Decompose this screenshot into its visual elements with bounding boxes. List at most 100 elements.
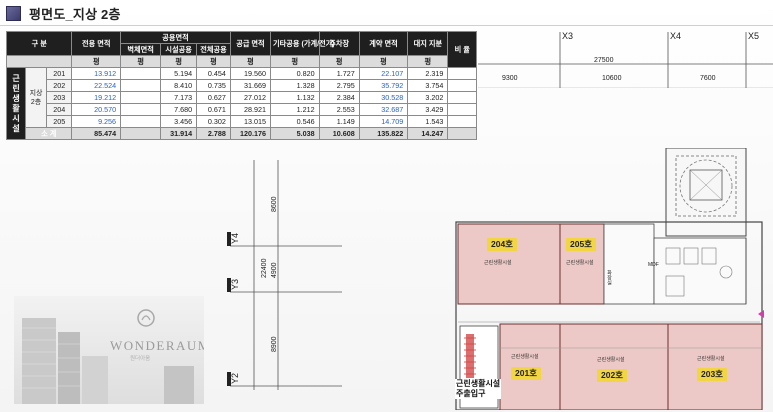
table-row: 205 9.256 3.456 0.302 13.015 0.546 1.149… [7, 115, 477, 128]
unit-number: 202 [46, 79, 73, 92]
span-label: 10600 [602, 75, 622, 82]
col-header-supply: 공급 면적 [229, 31, 272, 56]
supply-cell: 27.012 [229, 91, 272, 104]
table-row: 204 20.570 7.680 0.671 28.921 1.212 2.55… [7, 103, 477, 116]
grid-label-y3: Y3 [230, 279, 240, 290]
supply-cell: 19.560 [229, 67, 272, 80]
unit-symbol-cell: 평 [270, 55, 320, 68]
total-contract: 135.822 [358, 127, 409, 140]
total-shared: 2.788 [196, 127, 231, 140]
etc-cell: 0.820 [270, 67, 320, 80]
supply-cell: 13.015 [229, 115, 272, 128]
grid-label-y4: Y4 [230, 233, 240, 244]
total-width-label: 27500 [594, 57, 614, 64]
restroom-label: 화장실 [606, 270, 612, 285]
parking-cell: 2.384 [318, 91, 360, 104]
v-span-label: 8900 [271, 336, 278, 352]
unit-symbol-cell: 평 [120, 55, 162, 68]
brand-name: WONDERAUM [110, 338, 204, 353]
header-divider [0, 25, 773, 26]
total-exclusive: 85.474 [71, 127, 122, 140]
unit-use-label: 근린생활시설 [697, 356, 725, 362]
etc-cell: 1.212 [270, 103, 320, 116]
exclusive-cell: 20.570 [71, 103, 122, 116]
total-etc: 5.038 [270, 127, 320, 140]
span-label: 7600 [700, 75, 716, 82]
unit-symbol-cell: 평 [407, 55, 449, 68]
unit-use-label: 근린생활시설 [484, 260, 512, 266]
building-brand-image: WONDERAUM 원더아움 [14, 296, 204, 404]
v-span-label: 4900 [271, 262, 278, 278]
exclusive-cell: 22.524 [71, 79, 122, 92]
floor-label: 지상2층 [24, 67, 48, 128]
land-cell: 3.754 [407, 79, 449, 92]
shared-total-cell: 0.671 [196, 103, 231, 116]
land-cell: 1.543 [407, 115, 449, 128]
grid-label-x4: X4 [670, 31, 681, 41]
unit-symbol-cell: 평 [71, 55, 122, 68]
table-row: 203 19.212 7.173 0.627 27.012 1.132 2.38… [7, 91, 477, 104]
mdf-label: MDF [648, 262, 659, 268]
col-header-land: 대지 지분 [407, 31, 449, 56]
ratio-cell [447, 79, 477, 92]
parking-cell: 1.727 [318, 67, 360, 80]
total-facility: 31.914 [160, 127, 198, 140]
etc-cell: 1.328 [270, 79, 320, 92]
etc-cell: 0.546 [270, 115, 320, 128]
facility-cell: 7.680 [160, 103, 198, 116]
unit-number: 203 [46, 91, 73, 104]
etc-cell: 1.132 [270, 91, 320, 104]
supply-cell: 31.669 [229, 79, 272, 92]
page-title: 평면도_지상 2층 [29, 6, 121, 22]
supply-cell: 28.921 [229, 103, 272, 116]
facility-cell: 5.194 [160, 67, 198, 80]
unit-badge-205: 205호 [566, 238, 597, 251]
contract-cell: 14.709 [358, 115, 409, 128]
table-row: 근린생활시설 지상2층 201 13.912 5.194 0.454 19.56… [6, 67, 477, 140]
unit-symbol-cell: 평 [318, 55, 360, 68]
facility-cell: 8.410 [160, 79, 198, 92]
entrance-line-2: 주출입구 [456, 389, 486, 398]
total-height-label: 22400 [261, 258, 268, 278]
unit-use-label: 근린생활시설 [597, 357, 625, 363]
unit-use-label: 근린생활시설 [511, 354, 539, 360]
col-header-shared: 공용면적 [120, 31, 231, 44]
shared-total-cell: 0.627 [196, 91, 231, 104]
shared-total-cell: 0.302 [196, 115, 231, 128]
wall-cell [120, 67, 162, 80]
unit-badge-202: 202호 [597, 369, 628, 382]
col-header-wall: 벽체면적 [120, 43, 162, 56]
page-header: 평면도_지상 2층 [0, 0, 773, 26]
unit-use-label: 근린생활시설 [566, 260, 594, 266]
unit-symbol-cell: 평 [196, 55, 231, 68]
total-wall [120, 127, 162, 140]
entrance-line-1: 근린생활시설 [456, 379, 501, 388]
ratio-cell [447, 115, 477, 128]
land-cell: 2.319 [407, 67, 449, 80]
parking-cell: 2.553 [318, 103, 360, 116]
wall-cell [120, 115, 162, 128]
wall-cell [120, 103, 162, 116]
contract-cell: 30.528 [358, 91, 409, 104]
shared-total-cell: 0.454 [196, 67, 231, 80]
area-table: 구 분 전용 면적 공용면적 공급 면적 기타공용 (가계/전기) 주차장 계약… [5, 31, 477, 140]
land-cell: 3.429 [407, 103, 449, 116]
contract-cell: 35.792 [358, 79, 409, 92]
total-ratio [447, 127, 477, 140]
total-supply: 120.176 [229, 127, 272, 140]
col-header-shared-total: 전체공용 [196, 43, 231, 56]
ratio-cell [447, 67, 477, 80]
unit-badge-204: 204호 [487, 238, 518, 251]
top-grid-dimensions: X3 X4 X5 27500 9300 10600 7600 [478, 31, 773, 88]
contract-cell: 32.687 [358, 103, 409, 116]
brand-subtitle: 원더아움 [130, 356, 151, 362]
unit-number: 205 [46, 115, 73, 128]
exclusive-cell: 13.912 [71, 67, 122, 80]
parking-cell: 1.149 [318, 115, 360, 128]
grid-label-y2: Y2 [230, 373, 240, 384]
wall-cell [120, 91, 162, 104]
v-span-label: 8600 [271, 196, 278, 212]
land-cell: 3.202 [407, 91, 449, 104]
wall-cell [120, 79, 162, 92]
total-row: 소 계 85.474 31.914 2.788 120.176 5.038 10… [7, 127, 477, 140]
